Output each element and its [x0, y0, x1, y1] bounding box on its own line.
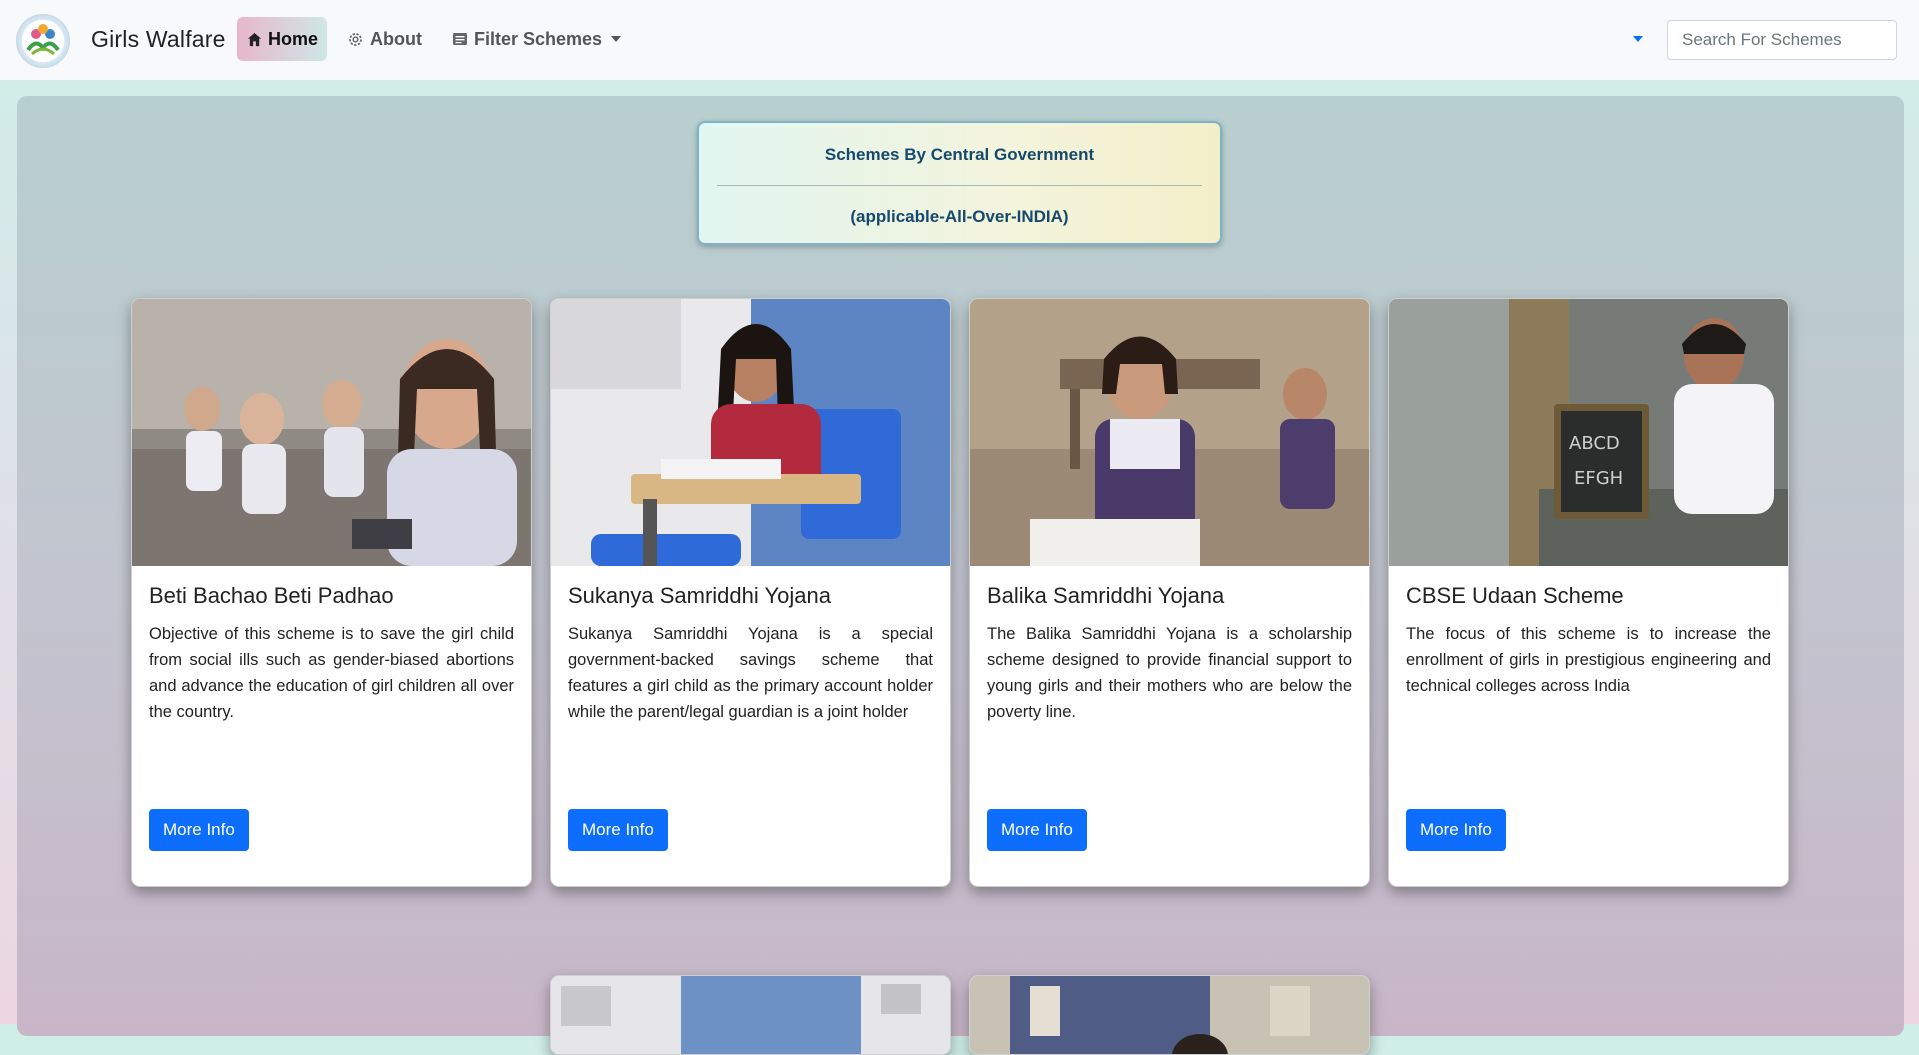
scheme-card [969, 975, 1370, 1055]
card-title: CBSE Udaan Scheme [1406, 583, 1624, 608]
home-icon [247, 32, 262, 46]
more-info-button[interactable]: More Info [149, 809, 249, 851]
card-image [551, 299, 950, 566]
navbar: Girls Walfare Home About Filter Schemes [0, 0, 1919, 80]
nav-home-label: Home [268, 28, 319, 49]
card-title: Beti Bachao Beti Padhao [149, 583, 394, 608]
filter-icon [453, 33, 467, 45]
scheme-card: Balika Samriddhi Yojana The Balika Samri… [969, 298, 1370, 887]
card-image [132, 299, 531, 566]
card-title: Balika Samriddhi Yojana [987, 583, 1225, 608]
section-heading: Schemes By Central Government (applicabl… [697, 121, 1222, 245]
nav-home[interactable]: Home [237, 17, 327, 61]
card-image [970, 299, 1369, 566]
nav-filter-label: Filter Schemes [474, 28, 603, 49]
section-title: Schemes By Central Government [824, 145, 1095, 164]
more-info-button[interactable]: More Info [1406, 809, 1506, 851]
more-info-button[interactable]: More Info [987, 809, 1087, 851]
brand-name[interactable]: Girls Walfare [91, 26, 226, 53]
nav-about[interactable]: About [347, 17, 422, 61]
card-image [970, 976, 1369, 1054]
logo-icon[interactable] [16, 14, 70, 68]
svg-text:ABCD: ABCD [1569, 433, 1620, 454]
dropdown-caret-icon[interactable] [1633, 36, 1643, 42]
card-description: The Balika Samriddhi Yojana is a scholar… [987, 625, 1352, 721]
scheme-card [550, 975, 951, 1055]
search-input[interactable] [1667, 20, 1897, 60]
card-image: ABCD EFGH [1389, 299, 1788, 566]
gear-icon [349, 32, 362, 46]
card-image [551, 976, 950, 1054]
scheme-card: Beti Bachao Beti Padhao Objective of thi… [131, 298, 532, 887]
card-title: Sukanya Samriddhi Yojana [568, 583, 831, 608]
scheme-card: Sukanya Samriddhi Yojana Sukanya Samridd… [550, 298, 951, 887]
more-info-button[interactable]: More Info [568, 809, 668, 851]
section-subtitle: (applicable-All-Over-INDIA) [850, 207, 1069, 226]
nav-about-label: About [370, 28, 422, 49]
scheme-card: ABCD EFGH CBSE Udaan Scheme The focus of… [1388, 298, 1789, 887]
card-description: The focus of this scheme is to increase … [1406, 625, 1771, 695]
card-description: Objective of this scheme is to save the … [149, 625, 514, 721]
chevron-down-icon [611, 36, 622, 42]
divider [717, 185, 1202, 186]
nav-filter-schemes-dropdown[interactable]: Filter Schemes [452, 17, 622, 61]
svg-text:EFGH: EFGH [1574, 468, 1623, 489]
card-description: Sukanya Samriddhi Yojana is a special go… [568, 625, 933, 721]
